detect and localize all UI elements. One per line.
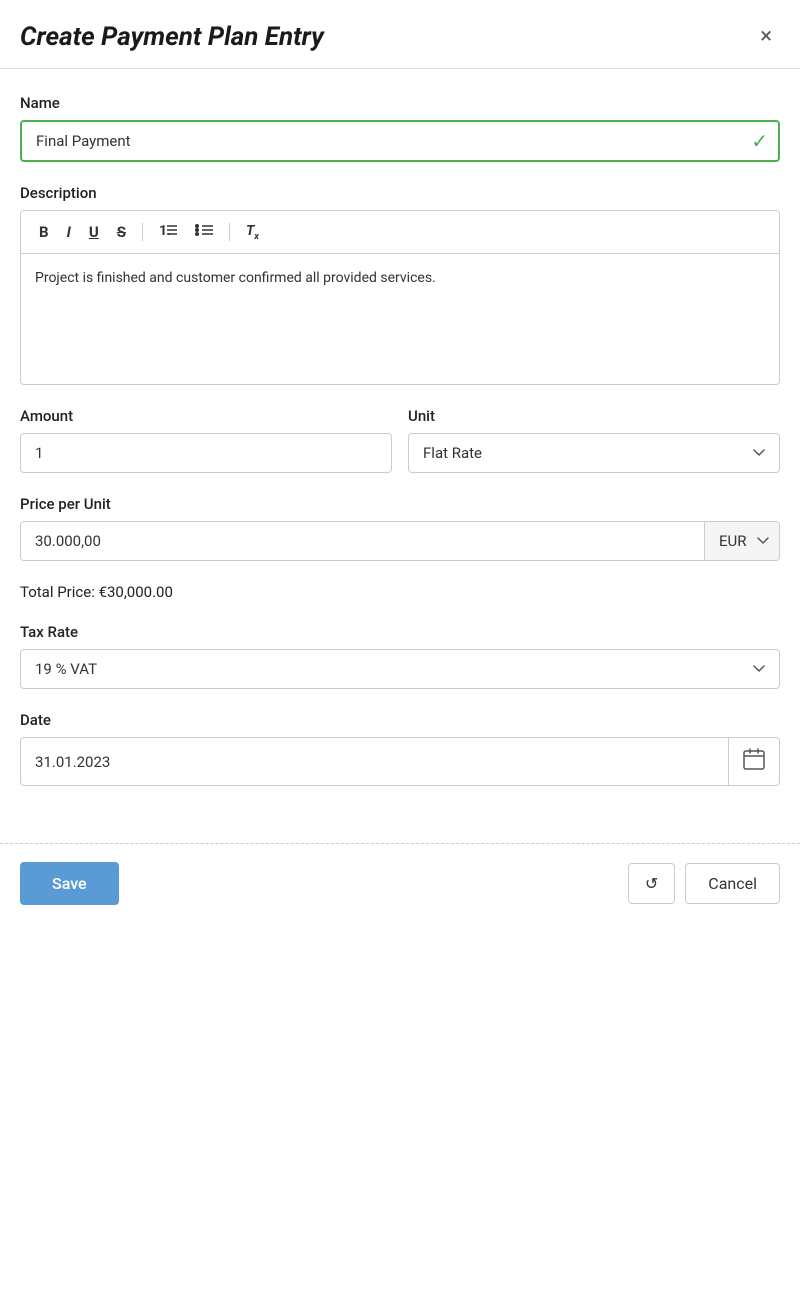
- total-price-display: Total Price: €30,000.00: [20, 583, 780, 601]
- unordered-list-button[interactable]: [189, 219, 219, 245]
- name-label: Name: [20, 94, 780, 112]
- save-button[interactable]: Save: [20, 862, 119, 905]
- description-input[interactable]: Project is finished and customer confirm…: [21, 254, 779, 384]
- name-input[interactable]: [20, 120, 780, 162]
- date-input[interactable]: [21, 743, 728, 781]
- tax-rate-label: Tax Rate: [20, 623, 780, 641]
- calendar-icon: [743, 748, 765, 770]
- cancel-button[interactable]: Cancel: [685, 863, 780, 904]
- amount-label: Amount: [20, 407, 392, 425]
- tax-rate-select[interactable]: 19 % VAT 7 % VAT 0 % VAT: [20, 649, 780, 689]
- date-label: Date: [20, 711, 780, 729]
- amount-unit-row: Amount Unit Flat Rate Hourly Daily Month…: [20, 407, 780, 495]
- date-input-wrapper: [20, 737, 780, 786]
- create-payment-plan-modal: Create Payment Plan Entry × Name ✓ Descr…: [0, 0, 800, 923]
- modal-header: Create Payment Plan Entry ×: [0, 0, 800, 69]
- price-per-unit-group: Price per Unit EUR USD GBP: [20, 495, 780, 561]
- unit-select[interactable]: Flat Rate Hourly Daily Monthly: [408, 433, 780, 473]
- footer-right-buttons: ↺ Cancel: [628, 863, 780, 904]
- toolbar-divider: [142, 223, 143, 241]
- name-input-wrapper: ✓: [20, 120, 780, 162]
- underline-button[interactable]: U: [83, 220, 105, 244]
- close-button[interactable]: ×: [752, 20, 780, 53]
- price-input-wrapper: EUR USD GBP: [20, 521, 780, 561]
- modal-footer: Save ↺ Cancel: [0, 843, 800, 923]
- unit-label: Unit: [408, 407, 780, 425]
- modal-body: Name ✓ Description B I U S 1.: [0, 69, 800, 833]
- amount-field-group: Amount: [20, 407, 392, 473]
- valid-check-icon: ✓: [751, 129, 768, 153]
- strikethrough-button[interactable]: S: [111, 220, 132, 244]
- clear-format-button[interactable]: Tx: [240, 220, 265, 245]
- unit-field-group: Unit Flat Rate Hourly Daily Monthly: [408, 407, 780, 473]
- currency-select[interactable]: EUR USD GBP: [704, 522, 779, 560]
- price-per-unit-label: Price per Unit: [20, 495, 780, 513]
- description-label: Description: [20, 184, 780, 202]
- toolbar-divider-2: [229, 223, 230, 241]
- editor-toolbar: B I U S 1.: [21, 211, 779, 254]
- description-editor: B I U S 1.: [20, 210, 780, 385]
- ordered-list-button[interactable]: 1.: [153, 219, 183, 245]
- name-field-group: Name ✓: [20, 94, 780, 162]
- price-input[interactable]: [21, 522, 704, 560]
- description-field-group: Description B I U S 1.: [20, 184, 780, 385]
- modal-title: Create Payment Plan Entry: [20, 22, 324, 52]
- calendar-button[interactable]: [728, 738, 779, 785]
- italic-button[interactable]: I: [61, 220, 77, 244]
- reset-button[interactable]: ↺: [628, 863, 675, 904]
- tax-rate-group: Tax Rate 19 % VAT 7 % VAT 0 % VAT: [20, 623, 780, 689]
- date-field-group: Date: [20, 711, 780, 786]
- amount-input[interactable]: [20, 433, 392, 473]
- bold-button[interactable]: B: [33, 220, 55, 244]
